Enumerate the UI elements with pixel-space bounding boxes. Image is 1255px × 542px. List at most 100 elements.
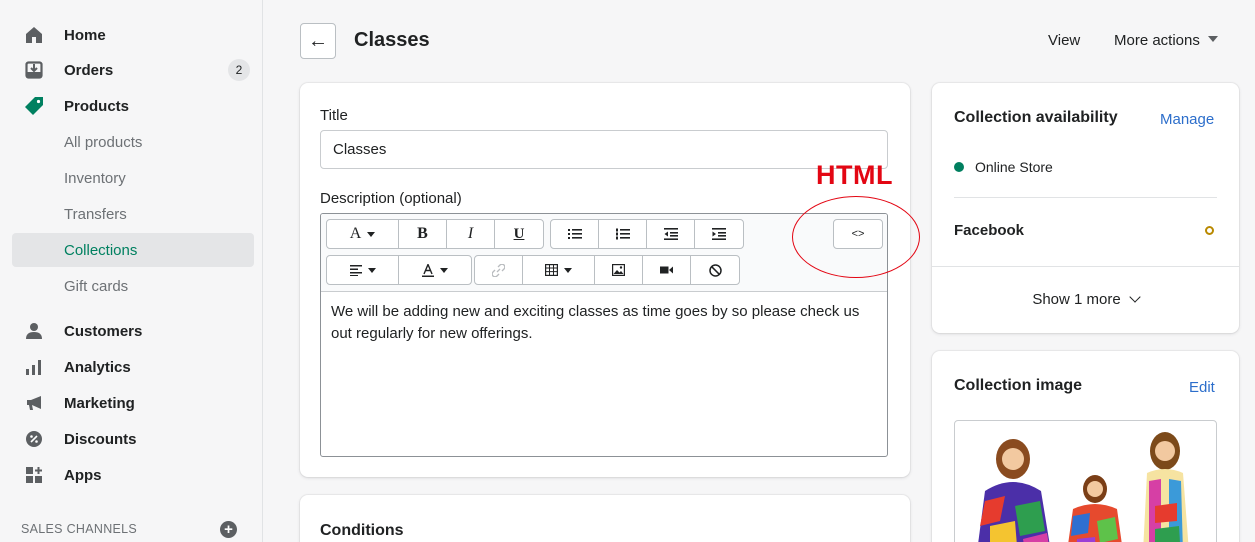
html-annotation-label: HTML — [816, 160, 893, 190]
show-more-button[interactable]: Show 1 more — [932, 291, 1239, 308]
sidebar-item-label: Transfers — [64, 205, 127, 223]
online-store-status-dot — [954, 162, 964, 172]
text-color-icon — [422, 263, 434, 277]
divider — [954, 197, 1217, 198]
megaphone-icon — [24, 393, 44, 413]
outdent-icon — [663, 228, 678, 240]
discount-icon — [24, 429, 44, 449]
title-input[interactable]: Classes — [320, 130, 888, 169]
sidebar-item-customers[interactable]: Customers — [12, 314, 254, 348]
sidebar: Home Orders 2 Products All products Inve… — [0, 0, 263, 542]
apps-icon — [24, 465, 44, 485]
sidebar-item-label: Inventory — [64, 169, 126, 187]
numbered-list-button[interactable] — [599, 220, 647, 248]
online-store-label: Online Store — [975, 159, 1053, 175]
font-style-dropdown[interactable]: A — [327, 220, 399, 248]
sidebar-item-gift-cards[interactable]: Gift cards — [12, 269, 254, 303]
insert-table-dropdown[interactable] — [523, 256, 595, 284]
view-button[interactable]: View — [1048, 32, 1080, 49]
sidebar-item-label: Discounts — [64, 430, 137, 448]
sidebar-item-label: Apps — [64, 466, 102, 484]
sidebar-item-label: Collections — [64, 241, 138, 259]
divider — [932, 266, 1239, 267]
sidebar-item-label: All products — [64, 133, 143, 151]
collection-image[interactable] — [954, 420, 1217, 542]
sidebar-item-inventory[interactable]: Inventory — [12, 161, 254, 195]
conditions-card: Conditions — [300, 495, 910, 542]
bold-icon: B — [417, 225, 428, 242]
sidebar-item-label: Products — [64, 97, 130, 115]
tag-icon — [24, 96, 44, 116]
bold-button[interactable]: B — [399, 220, 447, 248]
sidebar-item-orders[interactable]: Orders 2 — [12, 53, 254, 87]
numbered-list-icon — [615, 228, 630, 240]
insert-link-button[interactable] — [475, 256, 523, 284]
sidebar-item-all-products[interactable]: All products — [12, 125, 254, 159]
person-icon — [24, 321, 44, 341]
insert-image-button[interactable] — [595, 256, 643, 284]
indent-icon — [712, 228, 726, 240]
video-icon — [660, 266, 673, 274]
underline-icon: U — [513, 225, 525, 242]
add-sales-channel-icon[interactable]: + — [220, 521, 237, 538]
alignment-dropdown[interactable] — [327, 256, 399, 284]
sidebar-item-label: Gift cards — [64, 277, 129, 295]
clear-formatting-button[interactable] — [691, 256, 739, 284]
alignment-color-group — [326, 255, 472, 285]
sidebar-item-analytics[interactable]: Analytics — [12, 350, 254, 384]
outdent-button[interactable] — [647, 220, 695, 248]
availability-title: Collection availability — [954, 109, 1118, 126]
sidebar-item-label: Marketing — [64, 394, 135, 412]
caret-down-icon — [367, 231, 376, 237]
collection-details-card: Title Classes Description (optional) A B… — [300, 83, 910, 477]
description-text[interactable]: We will be adding new and exciting class… — [331, 301, 879, 345]
sidebar-item-label: Customers — [64, 322, 143, 340]
sidebar-item-label: Orders — [64, 61, 114, 79]
more-actions-button[interactable]: More actions — [1114, 32, 1218, 49]
page-title: Classes — [354, 29, 430, 51]
caret-down-icon — [564, 267, 572, 273]
insert-group — [474, 255, 740, 285]
conditions-title: Conditions — [320, 522, 404, 539]
collection-image-card: Collection image Edit — [932, 351, 1239, 542]
text-color-dropdown[interactable] — [399, 256, 471, 284]
bulleted-list-icon — [567, 229, 582, 239]
quilting-women-illustration — [978, 432, 1189, 542]
underline-button[interactable]: U — [495, 220, 543, 248]
edit-image-link[interactable]: Edit — [1189, 379, 1215, 396]
sidebar-item-label: Analytics — [64, 358, 131, 376]
table-icon — [545, 264, 558, 276]
sales-channels-heading: SALES CHANNELS — [21, 522, 138, 536]
collection-availability-card: Collection availability Manage Online St… — [932, 83, 1239, 333]
back-button[interactable]: ← — [300, 23, 336, 59]
text-format-group: A B I U — [326, 219, 544, 249]
italic-icon: I — [467, 225, 474, 242]
chevron-down-icon — [1129, 291, 1141, 303]
link-icon — [492, 263, 505, 277]
collection-image-title: Collection image — [954, 377, 1083, 394]
font-style-label: A — [349, 225, 362, 242]
caret-down-icon — [367, 267, 376, 273]
bar-chart-icon — [24, 357, 44, 377]
clear-format-icon — [708, 263, 722, 277]
orders-count-badge: 2 — [228, 59, 250, 81]
show-more-label: Show 1 more — [1032, 291, 1121, 308]
description-label: Description (optional) — [320, 190, 462, 207]
sidebar-item-products[interactable]: Products — [12, 89, 254, 123]
sidebar-item-collections[interactable]: Collections — [12, 233, 254, 267]
sidebar-item-apps[interactable]: Apps — [12, 458, 254, 492]
insert-video-button[interactable] — [643, 256, 691, 284]
facebook-label: Facebook — [954, 222, 1025, 239]
list-group — [550, 219, 744, 249]
bulleted-list-button[interactable] — [551, 220, 599, 248]
facebook-status-dot — [1205, 226, 1214, 235]
align-left-icon — [349, 265, 362, 276]
indent-button[interactable] — [695, 220, 743, 248]
manage-link[interactable]: Manage — [1160, 111, 1214, 128]
italic-button[interactable]: I — [447, 220, 495, 248]
title-label: Title — [320, 107, 348, 124]
sidebar-item-transfers[interactable]: Transfers — [12, 197, 254, 231]
sidebar-item-home[interactable]: Home — [12, 18, 254, 52]
sidebar-item-discounts[interactable]: Discounts — [12, 422, 254, 456]
sidebar-item-marketing[interactable]: Marketing — [12, 386, 254, 420]
